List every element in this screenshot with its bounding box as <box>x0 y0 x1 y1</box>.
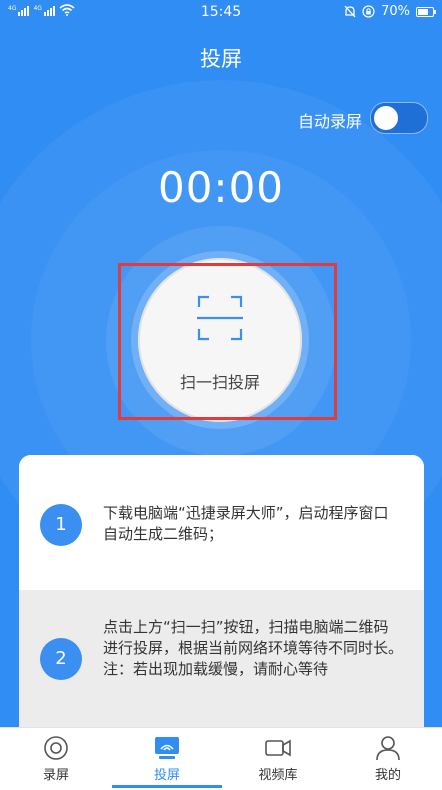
nav-tab-mine[interactable]: 我的 <box>333 728 442 790</box>
screen: 4G 4G 15:45 70% 投屏 自动录屏 00:00 扫一扫投屏 1 下载… <box>0 0 442 790</box>
status-bar: 4G 4G 15:45 70% <box>0 0 442 24</box>
auto-record-label: 自动录屏 <box>297 112 362 131</box>
step-number-badge: 1 <box>40 504 82 546</box>
instruction-step: 2 点击上方“扫一扫”按钮，扫描电脑端二维码进行投屏，根据当前网络环境等待不同时… <box>19 590 424 745</box>
nav-label: 投屏 <box>153 768 180 783</box>
highlight-box <box>118 263 337 420</box>
nav-label: 视频库 <box>258 768 298 783</box>
page-title: 投屏 <box>200 47 242 71</box>
cast-timer: 00:00 <box>157 163 285 212</box>
instruction-step: 1 下载电脑端“迅捷录屏大师”，启动程序窗口自动生成二维码； <box>19 455 424 590</box>
battery-icon <box>416 6 436 17</box>
step-text: 下载电脑端“迅捷录屏大师”，启动程序窗口自动生成二维码； <box>103 504 389 543</box>
step-text: 点击上方“扫一扫”按钮，扫描电脑端二维码进行投屏，根据当前网络环境等待不同时长。… <box>103 618 404 678</box>
person-icon <box>376 736 400 761</box>
auto-record-toggle[interactable] <box>370 102 428 134</box>
bell-muted-icon <box>344 5 356 18</box>
nav-tab-video-library[interactable]: 视频库 <box>223 728 333 790</box>
battery-percent: 70% <box>381 4 410 19</box>
nav-tab-record[interactable]: 录屏 <box>1 728 111 790</box>
nav-tab-cast[interactable]: 投屏 <box>112 728 222 790</box>
status-right: 70% <box>344 4 436 19</box>
video-camera-icon <box>265 739 291 757</box>
toggle-knob <box>374 106 398 130</box>
record-icon <box>44 736 68 760</box>
active-tab-indicator <box>112 785 222 788</box>
instruction-card: 1 下载电脑端“迅捷录屏大师”，启动程序窗口自动生成二维码； 2 点击上方“扫一… <box>19 455 424 745</box>
nav-label: 录屏 <box>42 768 69 783</box>
rotation-lock-icon <box>362 5 375 18</box>
bottom-navigation: 录屏 投屏 视频库 我的 <box>0 727 442 790</box>
step-number-badge: 2 <box>40 638 82 680</box>
nav-label: 我的 <box>374 768 401 783</box>
cast-screen-icon <box>155 737 179 759</box>
